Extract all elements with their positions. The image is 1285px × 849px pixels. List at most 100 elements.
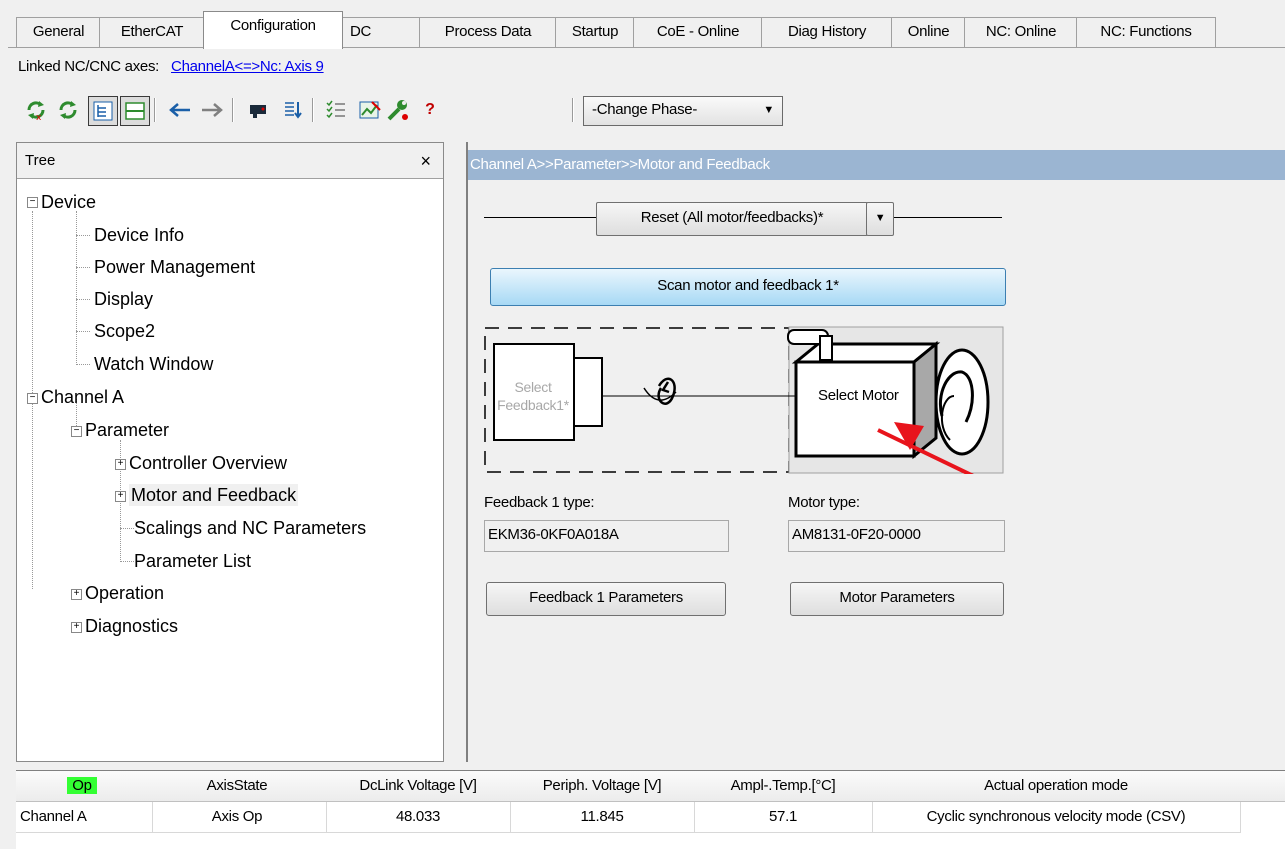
divider-line [484, 217, 596, 218]
tree-item-diagnostics[interactable]: Diagnostics [85, 615, 178, 637]
tree-title: Tree [25, 152, 56, 169]
tree-connector [76, 331, 90, 332]
chevron-down-icon: ▼ [763, 104, 774, 116]
expand-icon[interactable]: + [71, 622, 82, 633]
toolbar: x ? -Change Phase- ▼ [16, 90, 1285, 134]
select-feedback-label[interactable]: Select Feedback1* [496, 378, 570, 414]
tree-item-operation[interactable]: Operation [85, 582, 164, 604]
download-list-icon[interactable] [278, 96, 306, 124]
change-phase-value: -Change Phase- [592, 101, 698, 118]
column-header-axis-state: AxisState [148, 771, 327, 802]
tree-connector [120, 561, 134, 562]
tree-connector [76, 299, 90, 300]
tree-item-display[interactable]: Display [94, 288, 153, 310]
tree-connector [120, 528, 134, 529]
expand-icon[interactable]: + [71, 589, 82, 600]
arrow-left-icon[interactable] [166, 96, 194, 124]
op-status-badge: Op [67, 777, 97, 794]
select-motor-label[interactable]: Select Motor [818, 387, 899, 404]
column-header-periph-voltage: Periph. Voltage [V] [510, 771, 695, 802]
chevron-down-icon[interactable]: ▼ [866, 202, 894, 236]
expand-icon[interactable]: + [115, 459, 126, 470]
motor-feedback-diagram: Select Feedback1* Select Motor [484, 326, 1045, 512]
tab-coe-online[interactable]: CoE - Online [633, 17, 763, 48]
table-cell-periph-voltage: 11.845 [510, 802, 695, 833]
close-icon[interactable]: × [420, 143, 431, 179]
status-table: Op AxisState DcLink Voltage [V] Periph. … [16, 770, 1285, 849]
tab-ethercat[interactable]: EtherCAT [99, 17, 205, 48]
tab-bar: General EtherCAT Configuration DC Proces… [0, 0, 1285, 49]
column-header-empty [1240, 771, 1285, 802]
tree-connector [76, 364, 90, 365]
split-view-toggle-icon[interactable] [120, 96, 150, 126]
tree-item-power-management[interactable]: Power Management [94, 256, 255, 278]
tab-process-data[interactable]: Process Data [419, 17, 557, 48]
table-cell-channel: Channel A [16, 802, 153, 833]
linked-axes-label: Linked NC/CNC axes: [18, 58, 160, 75]
chart-edit-icon[interactable] [356, 96, 384, 124]
tree-item-controller-overview[interactable]: Controller Overview [129, 452, 287, 474]
wrench-tool-icon[interactable] [384, 96, 412, 124]
arrow-right-icon[interactable] [198, 96, 226, 124]
feedback-type-field: EKM36-0KF0A018A [484, 520, 729, 552]
table-cell-ampl-temp: 57.1 [694, 802, 873, 833]
table-cell-axis-state: Axis Op [148, 802, 327, 833]
tab-startup[interactable]: Startup [555, 17, 635, 48]
tab-diag-history[interactable]: Diag History [761, 17, 893, 48]
reset-all-button[interactable]: Reset (All motor/feedbacks)* [596, 202, 868, 236]
tree-view-toggle-icon[interactable] [88, 96, 118, 126]
motor-parameters-button[interactable]: Motor Parameters [790, 582, 1004, 616]
content-panel: Channel A>>Parameter>>Motor and Feedback… [466, 142, 1285, 762]
checklist-icon[interactable] [322, 96, 350, 124]
help-icon[interactable]: ? [416, 96, 444, 124]
tab-nc-functions[interactable]: NC: Functions [1076, 17, 1216, 48]
tree-connector [76, 235, 90, 236]
toolbar-separator [312, 98, 314, 122]
column-header-operation-mode: Actual operation mode [872, 771, 1241, 802]
tree-item-scope2[interactable]: Scope2 [94, 320, 155, 342]
refresh-red-icon[interactable]: x [22, 96, 50, 124]
feedback-parameters-button[interactable]: Feedback 1 Parameters [486, 582, 726, 616]
tree-connector [76, 267, 90, 268]
column-header-ampl-temp: Ampl-.Temp.[°C] [694, 771, 873, 802]
tab-dc[interactable]: DC [341, 17, 425, 48]
scan-motor-feedback-button[interactable]: Scan motor and feedback 1* [490, 268, 1006, 306]
tab-general[interactable]: General [16, 17, 101, 48]
tree-item-device-info[interactable]: Device Info [94, 224, 184, 246]
toolbar-separator [232, 98, 234, 122]
table-cell-operation-mode: Cyclic synchronous velocity mode (CSV) [872, 802, 1241, 833]
column-header-op: Op [16, 771, 149, 802]
tree-header: Tree × [17, 143, 443, 179]
device-icon[interactable] [244, 96, 272, 124]
motor-type-label: Motor type: [788, 494, 860, 511]
expand-icon[interactable]: + [115, 491, 126, 502]
feedback-type-label: Feedback 1 type: [484, 494, 595, 511]
collapse-icon[interactable]: − [27, 393, 38, 404]
collapse-icon[interactable]: − [71, 426, 82, 437]
change-phase-dropdown[interactable]: -Change Phase- ▼ [583, 96, 783, 126]
collapse-icon[interactable]: − [27, 197, 38, 208]
toolbar-separator [154, 98, 156, 122]
linked-axis-link[interactable]: ChannelA<=>Nc: Axis 9 [171, 58, 324, 75]
tree-item-device[interactable]: Device [41, 191, 96, 213]
divider-line [892, 217, 1002, 218]
tab-divider [8, 47, 1285, 48]
svg-text:x: x [36, 113, 42, 122]
tree-item-watch-window[interactable]: Watch Window [94, 353, 213, 375]
refresh-icon[interactable] [54, 96, 82, 124]
tree-item-channel-a[interactable]: Channel A [41, 386, 124, 408]
tree-item-scalings-nc-parameters[interactable]: Scalings and NC Parameters [134, 517, 366, 539]
tab-online[interactable]: Online [891, 17, 966, 48]
toolbar-separator [572, 98, 574, 122]
tree-item-parameter-list[interactable]: Parameter List [134, 550, 251, 572]
tree-connector [32, 403, 33, 589]
column-header-dclink-voltage: DcLink Voltage [V] [326, 771, 511, 802]
breadcrumb: Channel A>>Parameter>>Motor and Feedback [468, 150, 1285, 180]
tree-item-parameter[interactable]: Parameter [85, 419, 169, 441]
tab-configuration[interactable]: Configuration [203, 11, 343, 49]
tree-connector [32, 211, 33, 397]
motor-type-field: AM8131-0F20-0000 [788, 520, 1005, 552]
tab-nc-online[interactable]: NC: Online [964, 17, 1078, 48]
table-cell-dclink-voltage: 48.033 [326, 802, 511, 833]
tree-item-motor-and-feedback[interactable]: Motor and Feedback [129, 484, 299, 506]
